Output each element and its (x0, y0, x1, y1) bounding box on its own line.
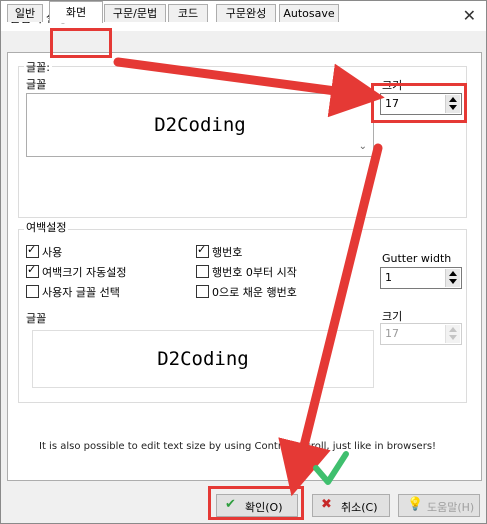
arrow-to-size-field (113, 57, 385, 118)
tab-label: 화면 (65, 6, 87, 19)
tab-display[interactable]: 화면 (49, 1, 103, 23)
arrow-to-ok-button (278, 143, 383, 497)
annotation-overlay (113, 57, 385, 497)
green-check-icon (313, 451, 349, 485)
